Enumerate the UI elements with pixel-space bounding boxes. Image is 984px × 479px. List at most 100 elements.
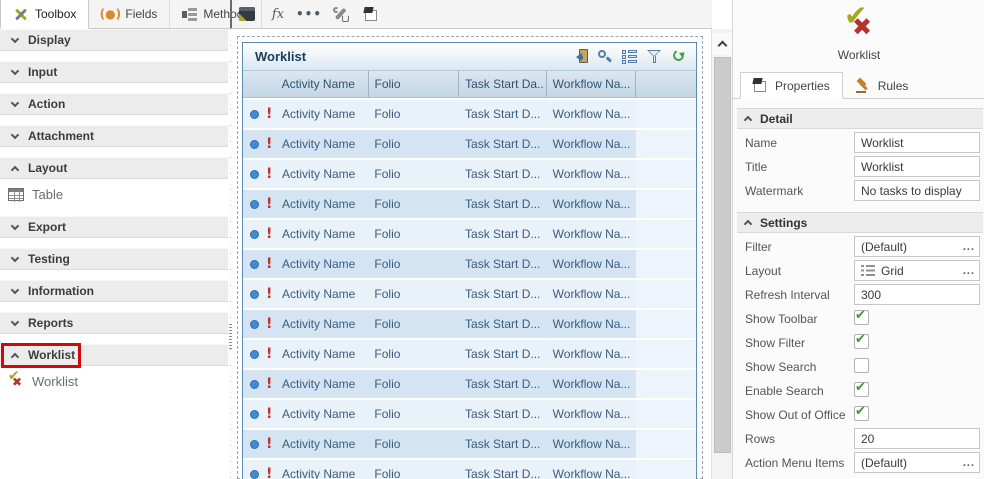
worklist-cell-text: Activity Name bbox=[282, 407, 355, 421]
sidebar-section-layout[interactable]: Layout bbox=[0, 157, 228, 179]
chevron-down-icon bbox=[11, 66, 19, 74]
scrollbar-up-button[interactable] bbox=[712, 33, 733, 55]
rows-input[interactable]: 20 bbox=[854, 428, 980, 449]
worklist-cell: Task Start D... bbox=[459, 220, 547, 248]
toolbox-item-table[interactable]: Table bbox=[0, 182, 228, 206]
chevron-down-icon bbox=[11, 98, 19, 106]
tab-fields[interactable]: (●) Fields bbox=[89, 0, 170, 28]
worklist-cell: Workflow Na... bbox=[547, 220, 637, 248]
worklist-row: !Activity NameFolioTask Start D...Workfl… bbox=[243, 100, 696, 128]
property-row-show-search: Show Search bbox=[733, 355, 984, 379]
property-value: 20 bbox=[861, 432, 975, 446]
toolbox-sidebar: Display Input Action Attachment Layout Table E… bbox=[0, 29, 228, 479]
tab-toolbox[interactable]: Toolbox bbox=[0, 0, 89, 29]
design-canvas[interactable]: Worklist Activity NameFolioTask Start Da… bbox=[233, 29, 711, 479]
tab-properties[interactable]: Properties bbox=[740, 72, 843, 99]
worklist-cell-text: Folio bbox=[374, 347, 400, 361]
property-value: Grid bbox=[881, 264, 963, 278]
configure-tools-icon[interactable] bbox=[331, 5, 349, 23]
sidebar-section-action[interactable]: Action bbox=[0, 93, 228, 115]
sidebar-section-information[interactable]: Information bbox=[0, 280, 228, 302]
out-of-office-icon[interactable] bbox=[571, 48, 588, 65]
worklist-cell-text: Activity Name bbox=[282, 437, 355, 451]
worklist-toolbar bbox=[571, 48, 688, 65]
status-dot-icon bbox=[250, 110, 259, 119]
column-header-workflow-na-[interactable]: Workflow Na... bbox=[547, 71, 637, 97]
sidebar-section-input[interactable]: Input bbox=[0, 61, 228, 83]
enable-search-checkbox[interactable]: ✔ bbox=[854, 382, 869, 397]
title-input[interactable]: Worklist bbox=[854, 156, 980, 177]
worklist-row: !Activity NameFolioTask Start D...Workfl… bbox=[243, 430, 696, 458]
worklist-cell: !Activity Name bbox=[243, 460, 368, 479]
filter-icon[interactable] bbox=[646, 48, 663, 65]
sidebar-section-label: Worklist bbox=[28, 348, 75, 362]
column-header-activity-name[interactable]: Activity Name bbox=[243, 71, 369, 97]
toolbox-item-worklist[interactable]: ✔✖Worklist bbox=[0, 369, 228, 393]
property-value: Worklist bbox=[861, 160, 975, 174]
column-header-label: Workflow Na... bbox=[553, 77, 631, 91]
tab-rules[interactable]: Rules bbox=[843, 72, 921, 99]
scrollbar-thumb[interactable] bbox=[714, 57, 731, 453]
worklist-cell bbox=[636, 130, 696, 158]
worklist-cell-text: Folio bbox=[374, 167, 400, 181]
worklist-cell-text: Workflow Na... bbox=[553, 377, 631, 391]
layout-picker[interactable]: Grid... bbox=[854, 260, 980, 281]
sidebar-section-display[interactable]: Display bbox=[0, 29, 228, 51]
column-header-task-start-da-[interactable]: Task Start Da.. bbox=[459, 71, 547, 97]
layout-editor-icon[interactable] bbox=[238, 5, 256, 23]
name-input[interactable]: Worklist bbox=[854, 132, 980, 153]
property-label: Enable Search bbox=[745, 384, 824, 398]
worklist-cell: Folio bbox=[368, 220, 459, 248]
panel-tab-bar: Properties Rules bbox=[733, 72, 984, 99]
action-menu-items-picker[interactable]: (Default)... bbox=[854, 452, 980, 473]
show-search-checkbox[interactable] bbox=[854, 358, 869, 373]
refresh-interval-input[interactable]: 300 bbox=[854, 284, 980, 305]
column-header-empty[interactable] bbox=[636, 71, 696, 97]
show-filter-checkbox[interactable]: ✔ bbox=[854, 334, 869, 349]
sidebar-section-reports[interactable]: Reports bbox=[0, 312, 228, 334]
worklist-control[interactable]: Worklist Activity NameFolioTask Start Da… bbox=[242, 42, 697, 479]
property-row-show-out-of-office: Show Out of Office✔ bbox=[733, 403, 984, 427]
property-row-title: TitleWorklist bbox=[733, 155, 984, 179]
worklist-cell: !Activity Name bbox=[243, 100, 368, 128]
worklist-cell-text: Folio bbox=[374, 137, 400, 151]
sidebar-section-attachment[interactable]: Attachment bbox=[0, 125, 228, 147]
checkmark-icon: ✔ bbox=[855, 380, 866, 395]
list-view-icon[interactable] bbox=[621, 48, 638, 65]
worklist-cell-text: Activity Name bbox=[282, 137, 355, 151]
show-out-of-office-checkbox[interactable]: ✔ bbox=[854, 406, 869, 421]
sidebar-section-worklist[interactable]: Worklist bbox=[0, 344, 228, 366]
toolbox-item-label: Table bbox=[32, 187, 63, 202]
worklist-cell: Task Start D... bbox=[459, 160, 547, 188]
refresh-icon[interactable] bbox=[671, 48, 688, 65]
status-dot-icon bbox=[250, 230, 259, 239]
sidebar-section-testing[interactable]: Testing bbox=[0, 248, 228, 270]
canvas-scrollbar[interactable] bbox=[711, 29, 732, 479]
paste-icon[interactable] bbox=[362, 5, 380, 23]
worklist-row: !Activity NameFolioTask Start D...Workfl… bbox=[243, 340, 696, 368]
picker-ellipsis-button[interactable]: ... bbox=[963, 265, 975, 277]
worklist-cell-text: Task Start D... bbox=[465, 317, 540, 331]
watermark-input[interactable]: No tasks to display bbox=[854, 180, 980, 201]
worklist-cell: Folio bbox=[368, 400, 459, 428]
worklist-cell: Workflow Na... bbox=[547, 400, 637, 428]
chevron-up-icon bbox=[11, 165, 19, 173]
show-toolbar-checkbox[interactable]: ✔ bbox=[854, 310, 869, 325]
filter-picker[interactable]: (Default)... bbox=[854, 236, 980, 257]
column-header-folio[interactable]: Folio bbox=[369, 71, 460, 97]
ellipsis-icon[interactable]: ••• bbox=[300, 5, 318, 23]
worklist-titlebar: Worklist bbox=[243, 43, 696, 71]
worklist-cell: !Activity Name bbox=[243, 190, 368, 218]
worklist-cell: Folio bbox=[368, 310, 459, 338]
worklist-row: !Activity NameFolioTask Start D...Workfl… bbox=[243, 310, 696, 338]
fx-expression-icon[interactable]: fx bbox=[269, 5, 287, 23]
sidebar-section-export[interactable]: Export bbox=[0, 216, 228, 238]
worklist-cell: Task Start D... bbox=[459, 370, 547, 398]
worklist-cell: Task Start D... bbox=[459, 100, 547, 128]
picker-ellipsis-button[interactable]: ... bbox=[963, 457, 975, 469]
search-icon[interactable] bbox=[596, 48, 613, 65]
section-header-settings[interactable]: Settings bbox=[737, 212, 983, 233]
picker-ellipsis-button[interactable]: ... bbox=[963, 241, 975, 253]
worklist-cell: Folio bbox=[368, 280, 459, 308]
section-header-detail[interactable]: Detail bbox=[737, 108, 983, 129]
